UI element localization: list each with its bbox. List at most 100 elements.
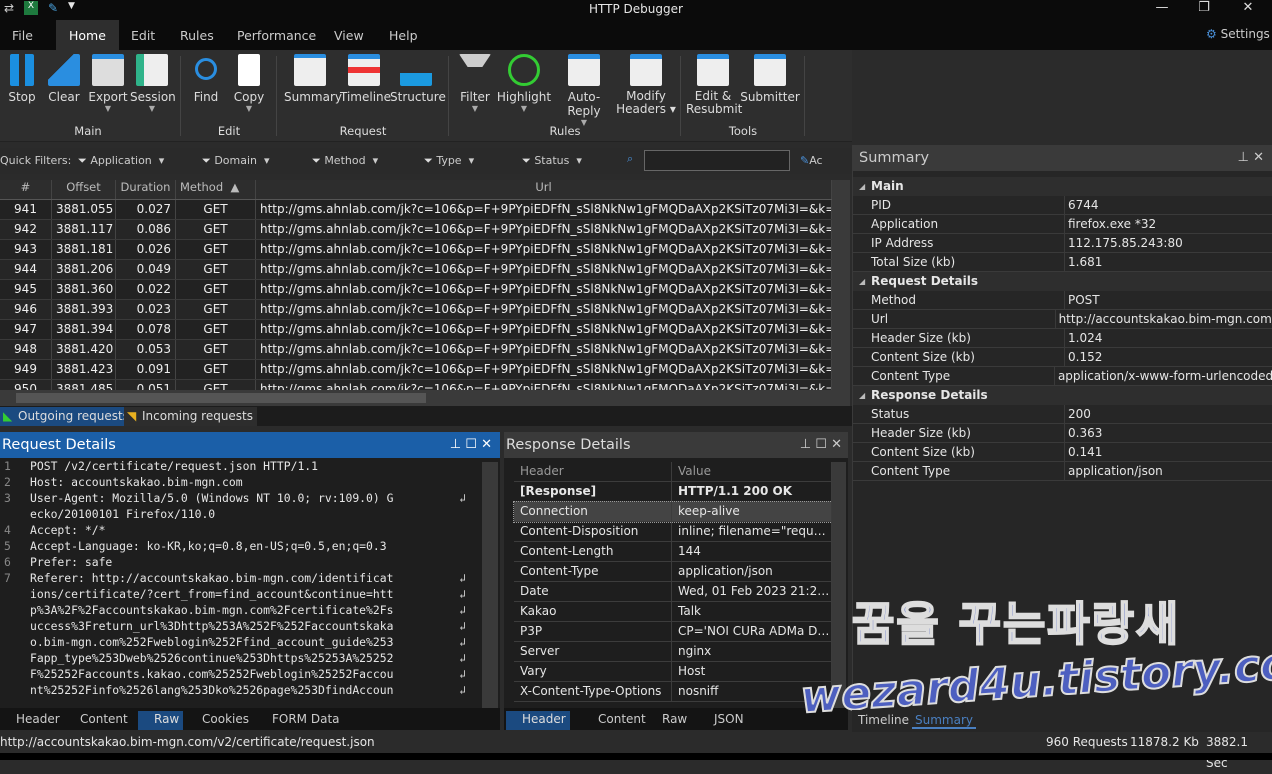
tab-edit[interactable]: Edit bbox=[119, 20, 167, 50]
clear-button[interactable]: Clear bbox=[46, 54, 82, 104]
table-row[interactable]: P3P CP='NOI CURa ADMa DE... bbox=[514, 622, 832, 642]
summary-row[interactable]: Content Size (kb) 0.141 bbox=[853, 443, 1272, 462]
tab-cookies[interactable]: Cookies bbox=[186, 711, 253, 730]
table-row[interactable]: 944 3881.206 0.049 GET http://gms.ahnlab.com… bbox=[0, 260, 832, 280]
minimize-button[interactable]: — bbox=[1142, 0, 1182, 20]
grid-vertical-scrollbar[interactable] bbox=[832, 180, 850, 406]
table-row[interactable]: 943 3881.181 0.026 GET http://gms.ahnlab.com… bbox=[0, 240, 832, 260]
table-row[interactable]: 950 3881.485 0.051 GET http://gms.ahnlab.com… bbox=[0, 380, 832, 390]
summary-row[interactable]: Url http://accountskakao.bim-mgn.com/v bbox=[853, 310, 1272, 329]
grid-scroll-thumb[interactable] bbox=[16, 393, 426, 403]
modify-headers-button[interactable]: Modify Headers ▾ bbox=[616, 54, 676, 116]
tab-header[interactable]: Header bbox=[0, 711, 64, 730]
summary-row[interactable]: IP Address 112.175.85.243:80 bbox=[853, 234, 1272, 253]
tab-form-data[interactable]: FORM Data bbox=[256, 711, 344, 730]
highlight-button[interactable]: Highlight ▼ bbox=[496, 54, 552, 114]
filter-method[interactable]: ⏷ Method ▾ bbox=[312, 154, 378, 168]
table-row[interactable]: 946 3881.393 0.023 GET http://gms.ahnlab.com… bbox=[0, 300, 832, 320]
table-row[interactable]: 949 3881.423 0.091 GET http://gms.ahnlab.com… bbox=[0, 360, 832, 380]
table-row[interactable]: Vary Host bbox=[514, 662, 832, 682]
maximize-icon[interactable]: ☐ bbox=[465, 437, 477, 452]
table-row[interactable]: 945 3881.360 0.022 GET http://gms.ahnlab.com… bbox=[0, 280, 832, 300]
tab-outgoing-requests[interactable]: ◣ Outgoing requests bbox=[0, 407, 133, 426]
summary-row[interactable]: PID 6744 bbox=[853, 196, 1272, 215]
summary-row[interactable]: Status 200 bbox=[853, 405, 1272, 424]
summary-row[interactable]: Application firefox.exe *32 bbox=[853, 215, 1272, 234]
summary-row[interactable]: Total Size (kb) 1.681 bbox=[853, 253, 1272, 272]
column-method[interactable]: Method ▲ bbox=[176, 180, 256, 199]
tab-performance[interactable]: Performance bbox=[225, 20, 328, 50]
column-url[interactable]: Url bbox=[256, 180, 832, 199]
tab-view[interactable]: View bbox=[322, 20, 376, 50]
tab-home[interactable]: Home bbox=[56, 20, 119, 50]
table-row[interactable]: Connection keep-alive bbox=[513, 501, 833, 523]
tab-summary[interactable]: Summary bbox=[912, 713, 976, 729]
summary-button[interactable]: Summary bbox=[284, 54, 342, 104]
close-icon[interactable]: ✕ bbox=[831, 437, 842, 452]
table-row[interactable]: X-Content-Type-Options nosniff bbox=[514, 682, 832, 702]
table-row[interactable]: 947 3881.394 0.078 GET http://gms.ahnlab.com… bbox=[0, 320, 832, 340]
column-value[interactable]: Value bbox=[672, 462, 832, 481]
tab-file[interactable]: File bbox=[0, 20, 45, 50]
settings-button[interactable]: ⚙ Settings bbox=[1206, 27, 1270, 41]
summary-row[interactable]: Content Type application/json bbox=[853, 462, 1272, 481]
tab-raw[interactable]: Raw bbox=[138, 711, 184, 730]
maximize-icon[interactable]: ☐ bbox=[815, 437, 827, 452]
pin-icon[interactable]: ⊥ bbox=[800, 437, 811, 452]
summary-row[interactable]: Content Size (kb) 0.152 bbox=[853, 348, 1272, 367]
table-row[interactable]: Content-Length 144 bbox=[514, 542, 832, 562]
raw-request-text[interactable]: 1 POST /v2/certificate/request.json HTTP/… bbox=[0, 458, 482, 708]
search-input[interactable] bbox=[644, 150, 790, 171]
tab-raw[interactable]: Raw bbox=[646, 711, 691, 730]
table-row[interactable]: Kakao Talk bbox=[514, 602, 832, 622]
request-scrollbar[interactable] bbox=[482, 462, 498, 708]
pin-icon[interactable]: ⊥ bbox=[1238, 150, 1249, 165]
structure-button[interactable]: Structure bbox=[390, 54, 446, 104]
table-row[interactable]: 941 3881.055 0.027 GET http://gms.ahnlab.com… bbox=[0, 200, 832, 220]
export-button[interactable]: Export ▼ bbox=[88, 54, 128, 114]
tab-incoming-requests[interactable]: ◥ Incoming requests bbox=[124, 407, 258, 426]
column-number[interactable]: # bbox=[0, 180, 52, 199]
tab-content[interactable]: Content bbox=[64, 711, 132, 730]
column-duration[interactable]: Duration bbox=[116, 180, 176, 199]
tab-help[interactable]: Help bbox=[377, 20, 430, 50]
tab-content[interactable]: Content bbox=[582, 711, 650, 730]
tab-rules[interactable]: Rules bbox=[168, 20, 226, 50]
summary-group[interactable]: Main bbox=[853, 177, 1272, 196]
table-row[interactable]: 942 3881.117 0.086 GET http://gms.ahnlab.com… bbox=[0, 220, 832, 240]
stop-button[interactable]: Stop bbox=[4, 54, 40, 104]
summary-group[interactable]: Response Details bbox=[853, 386, 1272, 405]
pin-icon[interactable]: ⊥ bbox=[450, 437, 461, 452]
tab-json[interactable]: JSON bbox=[698, 711, 748, 730]
summary-row[interactable]: Header Size (kb) 1.024 bbox=[853, 329, 1272, 348]
table-row[interactable]: Server nginx bbox=[514, 642, 832, 662]
summary-row[interactable]: Header Size (kb) 0.363 bbox=[853, 424, 1272, 443]
add-filter-button[interactable]: ✎Ac bbox=[800, 154, 823, 167]
column-header[interactable]: Header bbox=[514, 462, 672, 481]
table-row[interactable]: Date Wed, 01 Feb 2023 21:22:... bbox=[514, 582, 832, 602]
find-button[interactable]: Find bbox=[188, 54, 224, 104]
close-button[interactable]: ✕ bbox=[1228, 0, 1268, 20]
filter-application[interactable]: ⏷ Application ▾ bbox=[78, 154, 164, 168]
timeline-button[interactable]: Timeline bbox=[340, 54, 391, 104]
column-offset[interactable]: Offset bbox=[52, 180, 116, 199]
tab-header[interactable]: Header bbox=[506, 711, 570, 730]
submitter-button[interactable]: Submitter bbox=[740, 54, 800, 104]
table-row[interactable]: Content-Type application/json bbox=[514, 562, 832, 582]
filter-type[interactable]: ⏷ Type ▾ bbox=[424, 154, 474, 168]
summary-row[interactable]: Method POST bbox=[853, 291, 1272, 310]
filter-status[interactable]: ⏷ Status ▾ bbox=[522, 154, 582, 168]
table-row[interactable]: [Response] HTTP/1.1 200 OK bbox=[514, 482, 832, 502]
edit-resubmit-button[interactable]: Edit & Resubmit bbox=[686, 54, 742, 116]
close-icon[interactable]: ✕ bbox=[1253, 150, 1264, 165]
table-row[interactable]: Content-Disposition inline; filename="req… bbox=[514, 522, 832, 542]
copy-button[interactable]: Copy ▼ bbox=[230, 54, 268, 114]
summary-row[interactable]: Content Type application/x-www-form-urlen… bbox=[853, 367, 1272, 386]
close-icon[interactable]: ✕ bbox=[481, 437, 492, 452]
filter-button[interactable]: Filter ▼ bbox=[456, 54, 494, 114]
filter-domain[interactable]: ⏷ Domain ▾ bbox=[202, 154, 270, 168]
summary-group[interactable]: Request Details bbox=[853, 272, 1272, 291]
auto-reply-button[interactable]: Auto-Reply ▼ bbox=[552, 54, 616, 128]
restore-button[interactable]: ❐ bbox=[1184, 0, 1224, 20]
tab-timeline[interactable]: Timeline bbox=[858, 713, 909, 727]
